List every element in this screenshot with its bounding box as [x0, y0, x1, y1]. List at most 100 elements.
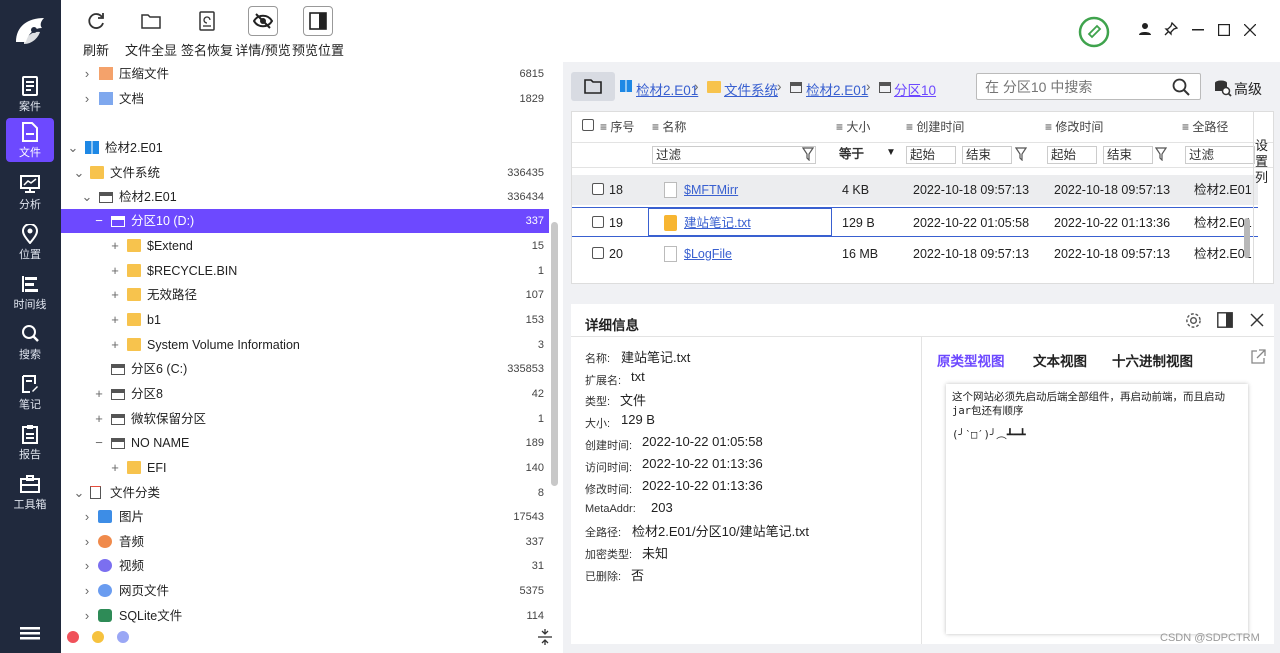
user-icon[interactable]: [1138, 22, 1152, 36]
expand-icon[interactable]: +: [109, 308, 121, 332]
chevron-down-icon[interactable]: ⌄: [81, 185, 93, 209]
column-header[interactable]: ≡ 创建时间: [906, 118, 964, 135]
search-box[interactable]: [976, 73, 1201, 100]
detail-preview-toggle[interactable]: 详情/预览: [235, 6, 291, 59]
column-settings-button[interactable]: 设置列: [1255, 138, 1273, 186]
tree-node-compressed[interactable]: › 压缩文件 6815: [61, 62, 549, 86]
expand-icon[interactable]: +: [109, 259, 121, 283]
tree-node-partition6[interactable]: 分区6 (C:) 335853: [61, 357, 549, 381]
nav-notes[interactable]: 笔记: [6, 370, 54, 414]
breadcrumb-image[interactable]: 检材2.E01: [806, 79, 868, 99]
filter-icon[interactable]: [1015, 147, 1027, 161]
tree-node-images[interactable]: › 图片 17543: [61, 505, 549, 529]
status-dot-yellow[interactable]: [92, 631, 104, 643]
preview-position-button[interactable]: 预览位置: [292, 6, 344, 59]
search-input[interactable]: [985, 78, 1165, 96]
nav-file[interactable]: 文件: [6, 118, 54, 162]
tab-text-view[interactable]: 文本视图: [1033, 350, 1087, 370]
tree-node-recycle[interactable]: + $RECYCLE.BIN 1: [61, 259, 549, 283]
row-checkbox[interactable]: [592, 183, 604, 195]
tree-node-invalid-path[interactable]: + 无效路径 107: [61, 283, 549, 307]
search-icon[interactable]: [1172, 78, 1190, 96]
tree-node-partition10[interactable]: − 分区10 (D:) 337: [61, 209, 549, 233]
tree-node-filesystem[interactable]: ⌄ 文件系统 336435: [61, 161, 549, 185]
file-name-link[interactable]: 建站笔记.txt: [684, 208, 751, 238]
column-header[interactable]: ≡ 大小: [836, 118, 870, 135]
tree-scrollbar[interactable]: [551, 222, 558, 486]
chevron-right-icon[interactable]: ›: [81, 87, 93, 111]
column-header[interactable]: ≡ 全路径: [1182, 118, 1228, 135]
chevron-right-icon[interactable]: ›: [81, 554, 93, 578]
tree-node-image[interactable]: ⌄ 检材2.E01 336434: [61, 185, 549, 209]
nav-search[interactable]: 搜索: [6, 320, 54, 364]
nav-analysis[interactable]: 分析: [6, 170, 54, 214]
chevron-right-icon[interactable]: ›: [81, 604, 93, 626]
path-filter[interactable]: 过滤: [1185, 146, 1255, 164]
grid-scrollbar[interactable]: [1244, 218, 1250, 258]
chevron-right-icon[interactable]: ›: [81, 62, 93, 86]
tree-node-efi[interactable]: + EFI 140: [61, 456, 549, 480]
chevron-right-icon[interactable]: ›: [81, 579, 93, 603]
status-dot-blue[interactable]: [117, 631, 129, 643]
expand-icon[interactable]: +: [109, 456, 121, 480]
expand-icon[interactable]: +: [109, 333, 121, 357]
nav-toolbox[interactable]: 工具箱: [6, 470, 54, 514]
breadcrumb-evidence[interactable]: 检材2.E01: [636, 79, 698, 99]
show-all-files-button[interactable]: 文件全显: [125, 6, 177, 59]
collapse-icon[interactable]: −: [93, 209, 105, 233]
expand-icon[interactable]: +: [93, 382, 105, 406]
status-tag-icon[interactable]: [1078, 16, 1110, 48]
panel-right-icon[interactable]: [1217, 312, 1233, 328]
file-name-link[interactable]: $LogFile: [684, 239, 732, 269]
tab-hex-view[interactable]: 十六进制视图: [1112, 350, 1193, 370]
column-header[interactable]: ≡ 序号: [600, 118, 634, 135]
signature-restore-button[interactable]: 签名恢复: [181, 6, 233, 59]
row-checkbox[interactable]: [592, 247, 604, 259]
nav-timeline[interactable]: 时间线: [6, 270, 54, 314]
table-row[interactable]: 20 $LogFile 16 MB 2022-10-18 09:57:13 20…: [572, 239, 1258, 269]
filter-icon[interactable]: [802, 147, 814, 161]
tree-node-svi[interactable]: + System Volume Information 3: [61, 333, 549, 357]
tab-native-view[interactable]: 原类型视图: [937, 350, 1005, 370]
expand-icon[interactable]: +: [109, 283, 121, 307]
breadcrumb-filesystem[interactable]: 文件系统: [724, 79, 778, 99]
folder-browse-button[interactable]: [571, 72, 615, 101]
table-row[interactable]: 18 $MFTMirr 4 KB 2022-10-18 09:57:13 202…: [572, 175, 1258, 205]
minimize-icon[interactable]: [1192, 29, 1204, 31]
chevron-right-icon[interactable]: ›: [81, 505, 93, 529]
chevron-down-icon[interactable]: ⌄: [73, 481, 85, 505]
name-filter[interactable]: 过滤: [652, 146, 816, 164]
external-link-icon[interactable]: [1250, 349, 1266, 365]
expand-icon[interactable]: +: [109, 234, 121, 258]
maximize-icon[interactable]: [1218, 24, 1230, 36]
tree-node-noname[interactable]: − NO NAME 189: [61, 431, 549, 455]
tree-node-sqlite[interactable]: › SQLite文件 114: [61, 604, 549, 626]
table-row-selected[interactable]: 19 建站笔记.txt 129 B 2022-10-22 01:05:58 20…: [572, 207, 1258, 237]
tree-node-web[interactable]: › 网页文件 5375: [61, 579, 549, 603]
refresh-button[interactable]: 刷新: [80, 6, 112, 59]
menu-icon[interactable]: [20, 625, 40, 641]
created-start-filter[interactable]: 起始: [906, 146, 956, 164]
chevron-down-icon[interactable]: ⌄: [73, 161, 85, 185]
tree-node-categories[interactable]: ⌄ 文件分类 8: [61, 481, 549, 505]
column-header[interactable]: ≡ 修改时间: [1045, 118, 1103, 135]
pin-icon[interactable]: [1164, 22, 1178, 36]
filter-icon[interactable]: [1155, 147, 1167, 161]
modified-end-filter[interactable]: 结束: [1103, 146, 1153, 164]
gear-icon[interactable]: [1185, 312, 1202, 329]
tree-node-audio[interactable]: › 音频 337: [61, 530, 549, 554]
tree-node-partition8[interactable]: + 分区8 42: [61, 382, 549, 406]
tree-node-evidence[interactable]: ⌄ 检材2.E01: [61, 136, 549, 160]
expand-icon[interactable]: +: [93, 407, 105, 431]
column-header[interactable]: ≡ 名称: [652, 118, 686, 135]
nav-location[interactable]: 位置: [6, 220, 54, 264]
tree-node-documents[interactable]: › 文档 1829: [61, 87, 549, 111]
nav-case[interactable]: 案件: [6, 72, 54, 116]
chevron-down-icon[interactable]: ⌄: [67, 136, 79, 160]
collapse-icon[interactable]: −: [93, 431, 105, 455]
tree-node-b1[interactable]: + b1 153: [61, 308, 549, 332]
tree-node-extend[interactable]: + $Extend 15: [61, 234, 549, 258]
collapse-all-icon[interactable]: [538, 629, 552, 645]
row-checkbox[interactable]: [592, 216, 604, 228]
created-end-filter[interactable]: 结束: [962, 146, 1012, 164]
